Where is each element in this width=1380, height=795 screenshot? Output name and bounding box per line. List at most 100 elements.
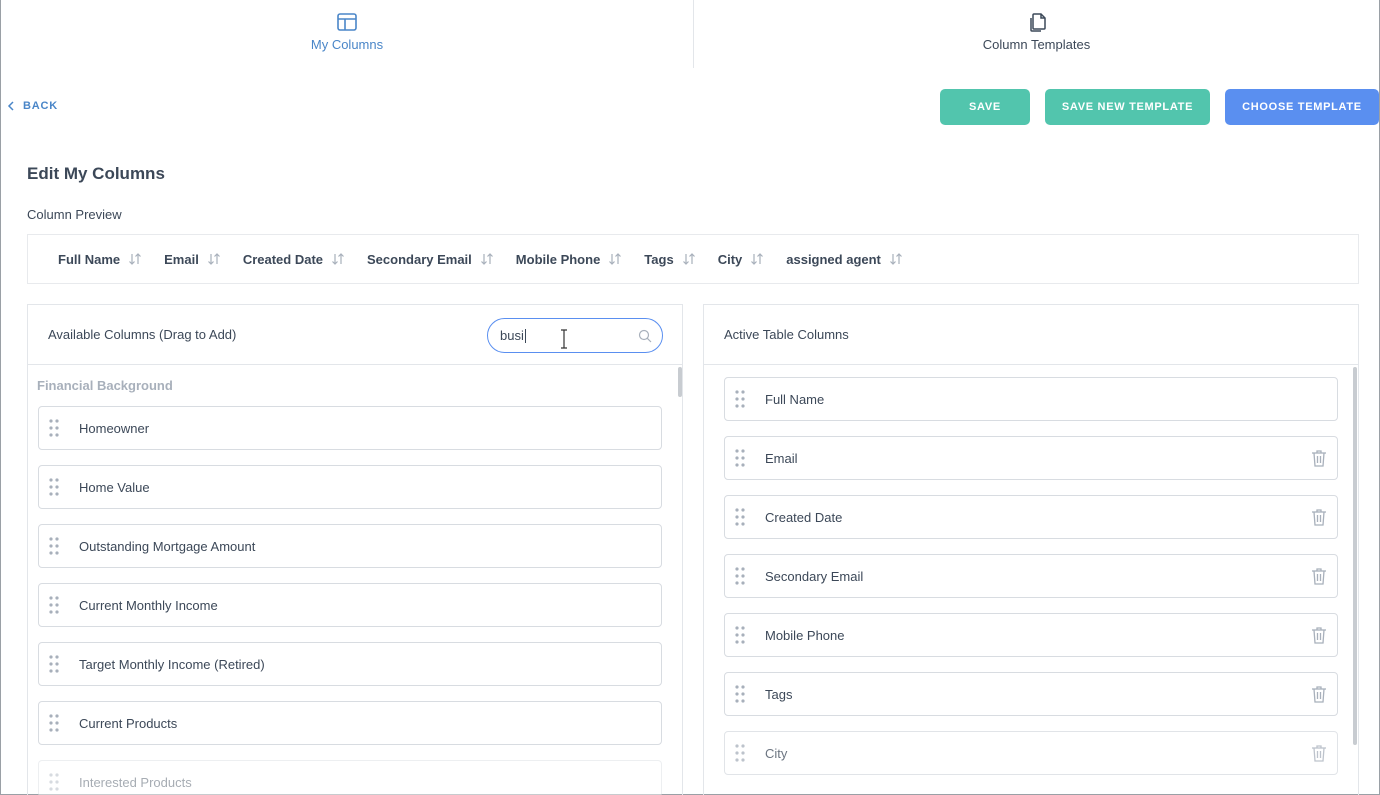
- item-label: Homeowner: [79, 420, 150, 436]
- drag-handle-icon[interactable]: [735, 743, 745, 763]
- active-columns-panel: Active Table Columns Full Name Email Cre…: [703, 304, 1359, 795]
- available-columns-header: Available Columns (Drag to Add) busi: [28, 305, 682, 365]
- text-caret: [524, 328, 526, 343]
- active-column-item[interactable]: Secondary Email: [724, 554, 1338, 598]
- preview-column[interactable]: assigned agent: [786, 252, 903, 267]
- tab-label: Column Templates: [982, 37, 1091, 52]
- item-label: Tags: [765, 686, 793, 702]
- preview-column-label: assigned agent: [786, 251, 881, 267]
- preview-column-label: Secondary Email: [367, 251, 472, 267]
- available-column-item[interactable]: Interested Products: [38, 760, 662, 795]
- drag-handle-icon[interactable]: [735, 389, 745, 409]
- copy-icon: [1029, 13, 1046, 32]
- active-columns-title: Active Table Columns: [724, 327, 849, 342]
- save-new-template-button[interactable]: SAVE NEW TEMPLATE: [1045, 89, 1210, 125]
- available-columns-list: Financial Background Homeowner Home Valu…: [28, 365, 682, 795]
- item-label: Home Value: [79, 479, 150, 495]
- trash-icon[interactable]: [1311, 567, 1327, 585]
- available-columns-panel: Available Columns (Drag to Add) busi Fin…: [27, 304, 683, 795]
- drag-handle-icon[interactable]: [49, 477, 59, 497]
- item-label: Secondary Email: [765, 568, 864, 584]
- active-column-item[interactable]: Mobile Phone: [724, 613, 1338, 657]
- trash-icon[interactable]: [1311, 685, 1327, 703]
- preview-column[interactable]: Secondary Email: [367, 252, 494, 267]
- item-label: Current Monthly Income: [79, 597, 218, 613]
- active-column-item[interactable]: Full Name: [724, 377, 1338, 421]
- tab-label: My Columns: [310, 37, 384, 52]
- preview-column[interactable]: Tags: [644, 252, 695, 267]
- active-column-item[interactable]: Tags: [724, 672, 1338, 716]
- item-label: Outstanding Mortgage Amount: [79, 538, 256, 554]
- preview-column-label: Created Date: [242, 251, 324, 267]
- preview-column[interactable]: Full Name: [58, 252, 142, 267]
- scrollbar-thumb[interactable]: [1353, 367, 1357, 745]
- available-column-item[interactable]: Homeowner: [38, 406, 662, 450]
- item-label: City: [765, 745, 788, 761]
- drag-handle-icon[interactable]: [735, 566, 745, 586]
- preview-column-label: City: [717, 251, 743, 267]
- item-label: Target Monthly Income (Retired): [79, 656, 265, 672]
- search-value: busi: [500, 328, 524, 343]
- save-button[interactable]: SAVE: [940, 89, 1030, 125]
- available-column-item[interactable]: Current Products: [38, 701, 662, 745]
- available-column-item[interactable]: Current Monthly Income: [38, 583, 662, 627]
- available-column-item[interactable]: Outstanding Mortgage Amount: [38, 524, 662, 568]
- preview-column[interactable]: City: [718, 252, 765, 267]
- item-label: Current Products: [79, 715, 178, 731]
- item-label: Created Date: [765, 509, 843, 525]
- sort-icon: [207, 253, 220, 265]
- text-cursor-icon: [561, 329, 567, 349]
- drag-handle-icon[interactable]: [49, 713, 59, 733]
- scrollbar-thumb[interactable]: [678, 367, 682, 397]
- preview-column-label: Tags: [644, 251, 674, 267]
- preview-column[interactable]: Email: [164, 252, 221, 267]
- drag-handle-icon[interactable]: [49, 654, 59, 674]
- sort-icon: [480, 253, 493, 265]
- active-column-item[interactable]: Created Date: [724, 495, 1338, 539]
- back-label: BACK: [23, 100, 58, 112]
- item-label: Full Name: [765, 391, 825, 407]
- sort-icon: [332, 253, 344, 265]
- drag-handle-icon[interactable]: [735, 448, 745, 468]
- preview-column-label: Mobile Phone: [515, 251, 601, 267]
- item-label: Email: [765, 450, 798, 466]
- preview-column[interactable]: Mobile Phone: [516, 252, 623, 267]
- available-column-item[interactable]: Target Monthly Income (Retired): [38, 642, 662, 686]
- active-columns-list: Full Name Email Created Date Secondary E…: [704, 365, 1358, 795]
- item-label: Interested Products: [79, 774, 192, 790]
- drag-handle-icon[interactable]: [49, 536, 59, 556]
- drag-handle-icon[interactable]: [735, 507, 745, 527]
- choose-template-button[interactable]: CHOOSE TEMPLATE: [1225, 89, 1379, 125]
- search-input[interactable]: busi: [487, 318, 663, 353]
- sort-icon: [609, 253, 622, 265]
- active-column-item[interactable]: City: [724, 731, 1338, 775]
- trash-icon[interactable]: [1311, 626, 1327, 644]
- drag-handle-icon[interactable]: [735, 625, 745, 645]
- group-label: Financial Background: [37, 378, 173, 393]
- back-link[interactable]: BACK: [7, 100, 58, 112]
- sort-icon: [682, 253, 695, 265]
- drag-handle-icon[interactable]: [735, 684, 745, 704]
- trash-icon[interactable]: [1311, 508, 1327, 526]
- active-column-item[interactable]: Email: [724, 436, 1338, 480]
- tab-column-templates[interactable]: Column Templates: [693, 0, 1379, 68]
- sort-icon: [751, 253, 764, 265]
- available-column-item[interactable]: Home Value: [38, 465, 662, 509]
- page-title: Edit My Columns: [27, 164, 165, 183]
- tab-my-columns[interactable]: My Columns: [1, 0, 693, 70]
- sort-icon: [889, 253, 902, 265]
- available-columns-title: Available Columns (Drag to Add): [48, 327, 237, 342]
- column-preview-bar: Full Name Email Created Date Secondary E…: [27, 234, 1359, 284]
- search-icon[interactable]: [638, 329, 652, 343]
- item-label: Mobile Phone: [765, 627, 845, 643]
- drag-handle-icon[interactable]: [49, 595, 59, 615]
- preview-column-label: Full Name: [58, 251, 121, 267]
- chevron-left-icon: [7, 101, 14, 111]
- trash-icon[interactable]: [1311, 449, 1327, 467]
- drag-handle-icon[interactable]: [49, 418, 59, 438]
- preview-column[interactable]: Created Date: [243, 252, 345, 267]
- sort-icon: [129, 253, 142, 265]
- layout-icon: [337, 13, 357, 31]
- trash-icon[interactable]: [1311, 744, 1327, 762]
- drag-handle-icon[interactable]: [49, 772, 59, 792]
